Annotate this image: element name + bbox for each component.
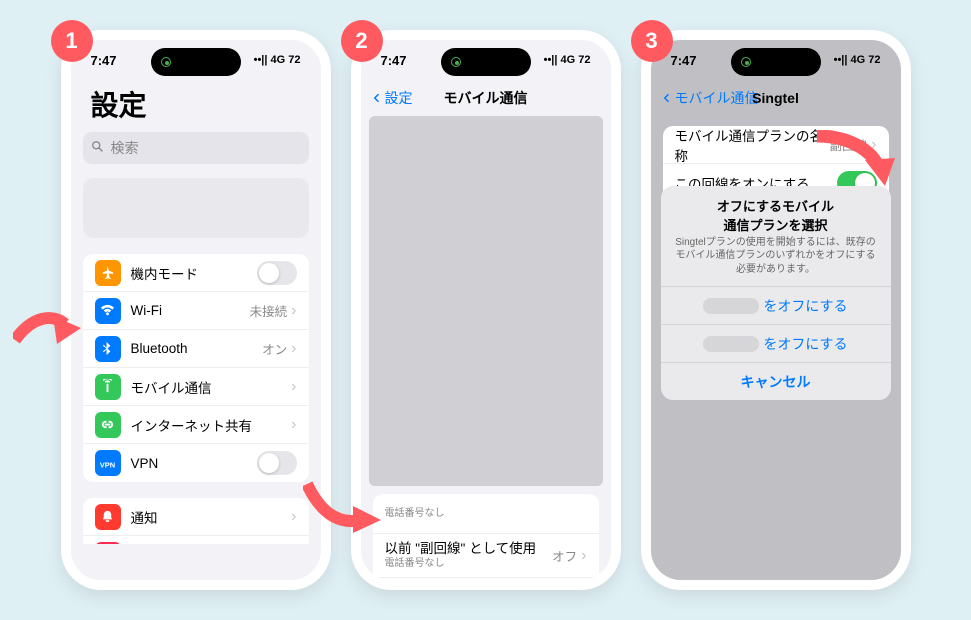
sim-row-secondary[interactable]: 以前 "副回線" として使用 電話番号なし オフ ›	[373, 534, 599, 578]
airplane-icon	[95, 260, 121, 286]
nav-bar: 設定 モバイル通信	[361, 80, 611, 116]
wifi-icon	[95, 298, 121, 324]
antenna-icon	[95, 374, 121, 400]
search-input[interactable]: 検索	[83, 132, 309, 164]
step-badge-3: 3	[631, 20, 673, 62]
settings-row-antenna[interactable]: モバイル通信›	[83, 368, 309, 406]
step-badge-1: 1	[51, 20, 93, 62]
apple-id-card[interactable]	[83, 178, 309, 238]
sheet-title: オフにするモバイル 通信プランを選択	[661, 186, 891, 236]
settings-row-airplane[interactable]: 機内モード	[83, 254, 309, 292]
redacted-plan	[703, 336, 759, 352]
group-sounds: 通知›サウンドと触覚›集中モード›スクリーンタイム›	[83, 498, 309, 544]
arrow-2	[303, 478, 383, 538]
settings-row-vpn[interactable]: VPN	[83, 444, 309, 482]
search-placeholder: 検索	[111, 138, 139, 158]
speaker-icon	[95, 542, 121, 545]
status-time: 7:47	[91, 53, 117, 68]
sheet-subtitle: Singtelプランの使用を開始するには、既存のモバイル通信プランのいずれかをオ…	[661, 236, 891, 287]
dynamic-island	[441, 48, 531, 76]
row-label: Wi-Fi	[131, 303, 250, 318]
settings-row-wifi[interactable]: Wi-Fi未接続›	[83, 292, 309, 330]
back-button[interactable]: 設定	[371, 88, 413, 108]
row-label: モバイル通信	[131, 377, 292, 397]
step-badge-2: 2	[341, 20, 383, 62]
sim-group: 電話番号なし 以前 "副回線" として使用 電話番号なし オフ › eSIMを追…	[373, 494, 599, 580]
row-value: 未接続	[250, 301, 288, 320]
row-label: 機内モード	[131, 263, 257, 283]
phone-1: 7:47 ••|| 4G 72 設定 検索 機内モードWi-Fi未接続›Blue…	[61, 30, 331, 590]
row-label: 以前 "副回線" として使用	[385, 541, 553, 557]
row-sub: 電話番号なし	[385, 558, 553, 570]
bell-icon	[95, 504, 121, 530]
dynamic-island	[731, 48, 821, 76]
add-esim-button[interactable]: eSIMを追加	[373, 578, 599, 580]
settings-row-speaker[interactable]: サウンドと触覚›	[83, 536, 309, 544]
nav-title: モバイル通信	[444, 88, 528, 108]
phone-3: 7:47 ••|| 4G 72 モバイル通信 Singtel モバイル通信プラン…	[641, 30, 911, 590]
group-connectivity: 機内モードWi-Fi未接続›Bluetoothオン›モバイル通信›インターネット…	[83, 254, 309, 482]
row-label: Bluetooth	[131, 341, 263, 356]
action-sheet-main: オフにするモバイル 通信プランを選択 Singtelプランの使用を開始するには、…	[661, 186, 891, 401]
action-sheet: オフにするモバイル 通信プランを選択 Singtelプランの使用を開始するには、…	[651, 40, 901, 580]
sheet-option-2[interactable]: をオフにする	[661, 324, 891, 362]
chevron-right-icon: ›	[291, 378, 296, 396]
search-icon	[91, 140, 105, 157]
scroll-area-redacted	[369, 116, 603, 486]
dynamic-island	[151, 48, 241, 76]
row-value: オン	[262, 339, 287, 358]
chevron-right-icon: ›	[291, 508, 296, 526]
phone-2: 7:47 ••|| 4G 72 設定 モバイル通信 電話番号なし 以前 "副回	[351, 30, 621, 590]
status-right: ••|| 4G 72	[544, 54, 591, 66]
chevron-right-icon: ›	[291, 302, 296, 320]
link-icon	[95, 412, 121, 438]
settings-row-bt[interactable]: Bluetoothオン›	[83, 330, 309, 368]
bt-icon	[95, 336, 121, 362]
arrow-1	[13, 300, 83, 350]
settings-row-link[interactable]: インターネット共有›	[83, 406, 309, 444]
vpn-icon	[95, 450, 121, 476]
row-label: VPN	[131, 456, 257, 471]
arrow-3	[811, 130, 901, 190]
status-time: 7:47	[381, 53, 407, 68]
sim-row-prev[interactable]: 電話番号なし	[373, 494, 599, 534]
status-right: ••|| 4G 72	[254, 54, 301, 66]
sheet-option-1[interactable]: をオフにする	[661, 286, 891, 324]
chevron-right-icon: ›	[291, 416, 296, 434]
row-label: インターネット共有	[131, 415, 292, 435]
page-title: 設定	[83, 80, 309, 132]
row-sub: 電話番号なし	[385, 508, 587, 520]
sheet-cancel[interactable]: キャンセル	[661, 362, 891, 400]
row-label: 通知	[131, 507, 292, 527]
redacted-plan	[703, 298, 759, 314]
chevron-right-icon: ›	[581, 547, 586, 565]
chevron-right-icon: ›	[291, 340, 296, 358]
chevron-left-icon	[371, 91, 383, 105]
row-value: オフ	[552, 546, 577, 565]
settings-row-bell[interactable]: 通知›	[83, 498, 309, 536]
toggle[interactable]	[257, 261, 297, 285]
toggle[interactable]	[257, 451, 297, 475]
